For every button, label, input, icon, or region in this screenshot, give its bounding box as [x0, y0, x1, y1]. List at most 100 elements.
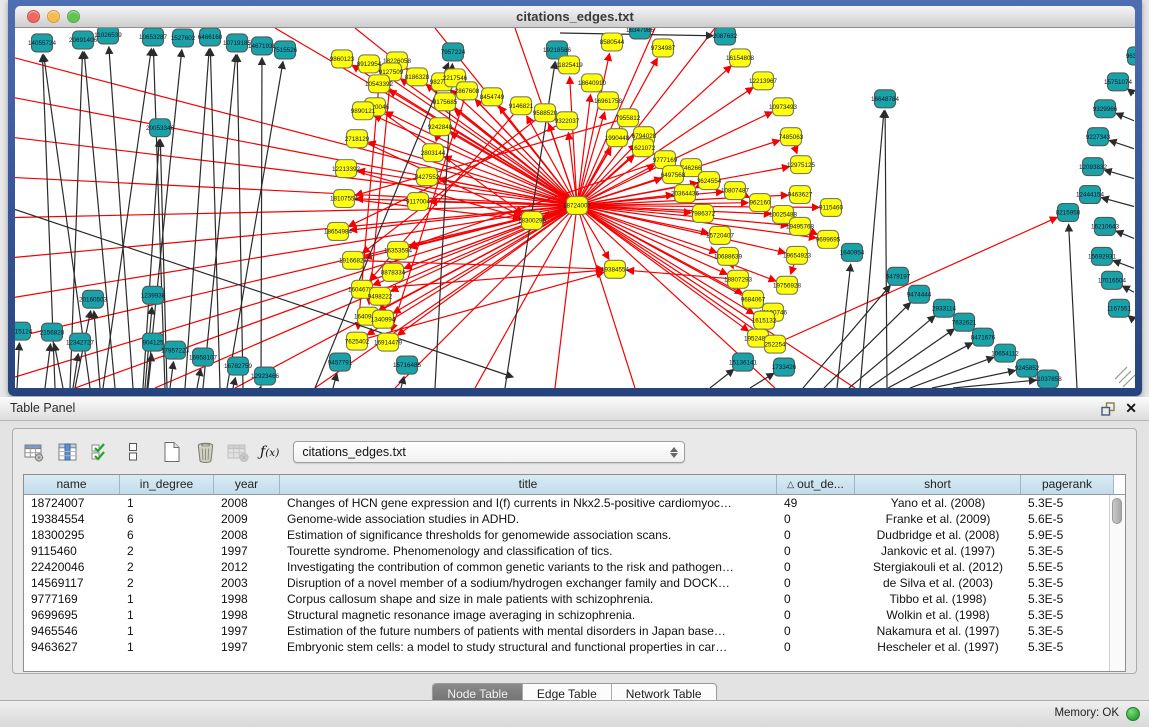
column-header-short[interactable]: short — [855, 475, 1021, 495]
table-row[interactable]: 1938455462009Genome-wide association stu… — [24, 511, 1125, 527]
graph-node[interactable]: 10807487 — [721, 182, 749, 200]
graph-node[interactable]: 16958107 — [189, 348, 217, 366]
graph-node[interactable]: 1640954 — [840, 243, 865, 261]
graph-node[interactable]: 2803144 — [421, 144, 446, 162]
graph-node[interactable]: 1615132 — [752, 311, 777, 329]
graph-node[interactable]: 8215958 — [1056, 204, 1081, 222]
graph-node[interactable]: 9115460 — [819, 199, 844, 217]
graph-node[interactable]: 12093832 — [1079, 158, 1107, 176]
table-row[interactable]: 977716911998Corpus callosum shape and si… — [24, 591, 1125, 607]
table-row[interactable]: 911546021997Tourette syndrome. Phenomeno… — [24, 543, 1125, 559]
graph-node[interactable]: 9146821 — [509, 97, 534, 115]
new-table-icon[interactable] — [161, 441, 183, 463]
column-header-in-degree[interactable]: in_degree — [120, 475, 214, 495]
graph-node[interactable]: 20364436 — [671, 185, 699, 203]
graph-node[interactable]: 16961758 — [594, 92, 622, 110]
graph-node[interactable]: 15692931 — [1088, 247, 1116, 265]
graph-node[interactable]: 9117004 — [406, 193, 431, 211]
graph-node[interactable]: 9329966 — [1093, 100, 1118, 118]
graph-node[interactable]: 2087682 — [713, 28, 738, 45]
graph-node[interactable]: 10688639 — [714, 247, 742, 265]
graph-node[interactable]: 15136141 — [729, 353, 757, 371]
graph-node[interactable]: 3915124 — [15, 322, 33, 340]
graph-node[interactable]: 12213967 — [749, 72, 777, 90]
graph-node[interactable]: 9242848 — [428, 118, 453, 136]
graph-node[interactable]: 18640910 — [578, 74, 606, 92]
graph-node[interactable]: 11825419 — [555, 56, 583, 74]
graph-node[interactable]: 8878334 — [381, 263, 406, 281]
graph-node[interactable]: 12923466 — [251, 367, 279, 385]
graph-node[interactable]: 20160503 — [79, 290, 107, 308]
graph-node[interactable]: 15720407 — [706, 226, 734, 244]
graph-node[interactable]: 8471676 — [971, 328, 996, 346]
function-builder-icon[interactable]: ƒ(x) — [260, 444, 279, 460]
merge-cells-icon[interactable] — [122, 441, 144, 463]
graph-node[interactable]: 9699695 — [816, 230, 841, 248]
graph-node[interactable]: 1527602 — [171, 29, 196, 47]
graph-node[interactable]: 16648784 — [871, 90, 899, 108]
column-header-out-de-[interactable]: △out_de... — [777, 475, 855, 495]
graph-node[interactable]: 7485063 — [779, 128, 804, 146]
graph-node[interactable]: 9175685 — [433, 93, 458, 111]
graph-node[interactable]: 9684067 — [741, 290, 766, 308]
graph-node[interactable]: 1990448 — [605, 129, 630, 147]
graph-node[interactable]: 20691406 — [69, 31, 97, 49]
graph-node[interactable]: 10654112 — [991, 344, 1019, 362]
graph-hub-node[interactable]: 18724007 — [563, 197, 591, 215]
graph-node[interactable]: 7957224 — [441, 43, 466, 61]
graph-node[interactable]: 9474444 — [907, 285, 932, 303]
table-row[interactable]: 1830029562008Estimation of significance … — [24, 527, 1125, 543]
graph-node[interactable]: 16154808 — [726, 49, 754, 67]
graph-node[interactable]: 8454749 — [480, 88, 505, 106]
graph-node[interactable]: 20053346 — [146, 119, 174, 137]
graph-node[interactable]: 17957223 — [161, 341, 189, 359]
table-selector-dropdown[interactable]: citations_edges.txt — [293, 441, 685, 463]
graph-node[interactable]: 9227343 — [1086, 128, 1111, 146]
graph-node[interactable]: 16210643 — [1091, 217, 1119, 235]
graph-node[interactable]: 1239938 — [141, 286, 166, 304]
graph-node[interactable]: 1167551 — [1107, 299, 1132, 317]
graph-node[interactable]: 2156828 — [40, 323, 65, 341]
graph-node[interactable]: 19166827 — [339, 251, 367, 269]
close-icon[interactable]: ✕ — [1125, 400, 1137, 417]
table-row[interactable]: 969969511998Structural magnetic resonanc… — [24, 607, 1125, 623]
graph-node[interactable]: 10653287 — [139, 28, 167, 46]
graph-node[interactable]: 9463627 — [788, 186, 813, 204]
table-row[interactable]: 1872400712008Changes of HCN gene express… — [24, 495, 1125, 511]
graph-node[interactable]: 19495768 — [786, 217, 814, 235]
column-header-pagerank[interactable]: pagerank — [1021, 475, 1114, 495]
graph-node[interactable]: 17016504 — [1098, 271, 1126, 289]
graph-node[interactable]: 19756928 — [773, 276, 801, 294]
graph-node[interactable]: 16782759 — [224, 357, 252, 375]
graph-node[interactable]: 1340994 — [371, 310, 396, 328]
graph-node[interactable]: 19384554 — [601, 260, 629, 278]
graph-node[interactable]: 9457791 — [328, 353, 353, 371]
table-row[interactable]: 946554611997Estimation of the future num… — [24, 623, 1125, 639]
graph-node[interactable]: 9498222 — [368, 287, 393, 305]
graph-node[interactable]: 12975125 — [787, 156, 815, 174]
graph-node[interactable]: 14055724 — [28, 34, 56, 52]
graph-node[interactable]: 252254 — [765, 335, 786, 353]
table-row[interactable]: 946362711997Embryonic stem cells: a mode… — [24, 639, 1125, 655]
table-row[interactable]: 2242004622012Investigating the contribut… — [24, 559, 1125, 575]
float-window-icon[interactable] — [1101, 402, 1115, 416]
graph-node[interactable]: 19654923 — [783, 246, 811, 264]
graph-node[interactable]: 8186328 — [405, 68, 430, 86]
graph-node[interactable]: 8427552 — [415, 168, 440, 186]
column-header-name[interactable]: name — [24, 475, 120, 495]
graph-node[interactable]: 18807293 — [724, 270, 752, 288]
graph-node[interactable]: 9322037 — [555, 112, 580, 130]
graph-node[interactable]: 6466160 — [198, 28, 223, 46]
graph-node[interactable]: 962160 — [750, 194, 771, 212]
network-graph-canvas[interactable]: 1872400714055724206914061102653910653287… — [15, 28, 1135, 388]
graph-node[interactable]: 15751074 — [1104, 73, 1132, 91]
graph-node[interactable]: 2867608 — [455, 82, 480, 100]
graph-node[interactable]: 9860123 — [330, 50, 355, 68]
delete-table-icon[interactable] — [194, 441, 216, 463]
graph-node[interactable]: 7632621 — [952, 313, 977, 331]
graph-node[interactable]: 16347986 — [626, 28, 654, 39]
graph-node[interactable]: 7515526 — [273, 41, 298, 59]
network-window-titlebar[interactable]: citations_edges.txt — [15, 6, 1135, 28]
graph-node[interactable]: 7986372 — [691, 205, 716, 223]
column-header-year[interactable]: year — [214, 475, 280, 495]
